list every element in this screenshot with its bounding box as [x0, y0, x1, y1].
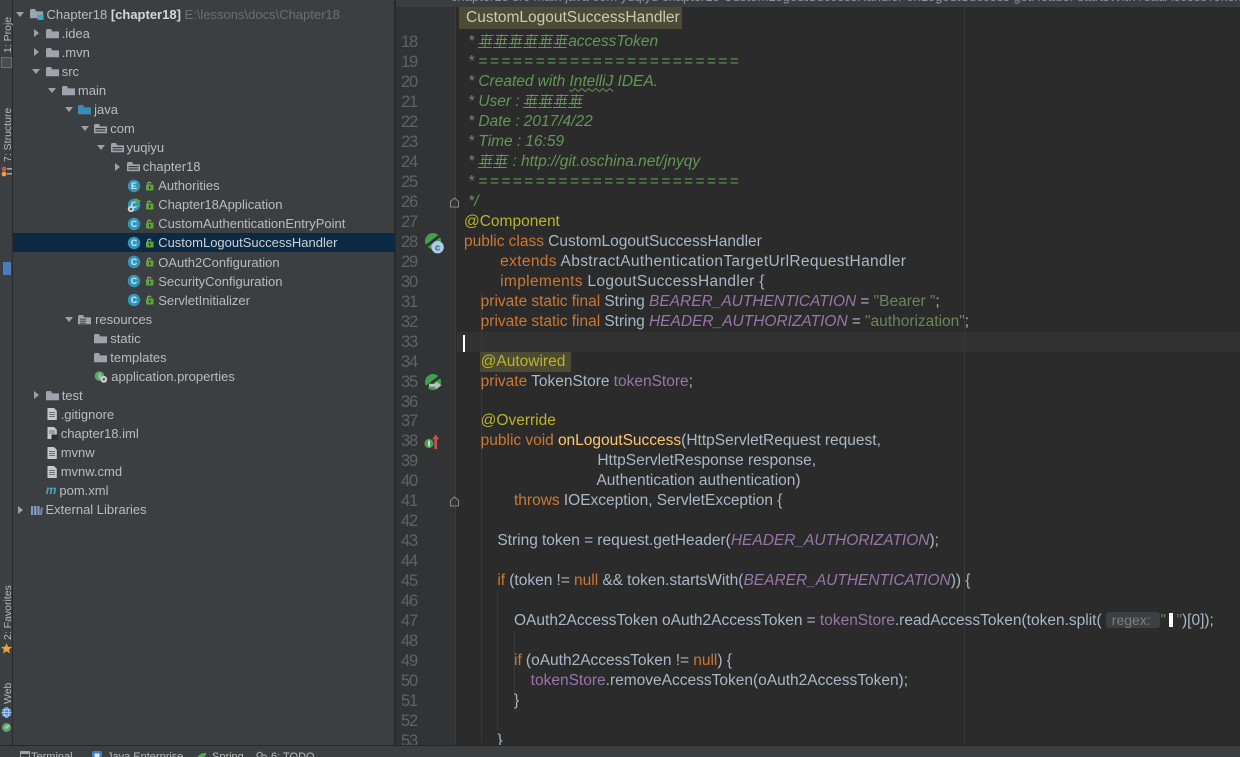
svg-text:C: C — [130, 295, 137, 305]
svg-text:C: C — [130, 219, 137, 229]
svg-text:C: C — [130, 276, 137, 286]
svg-text:C: C — [130, 238, 137, 248]
svg-text:C: C — [130, 257, 137, 267]
svg-text:E: E — [131, 181, 137, 191]
svg-text:c: c — [435, 242, 440, 253]
